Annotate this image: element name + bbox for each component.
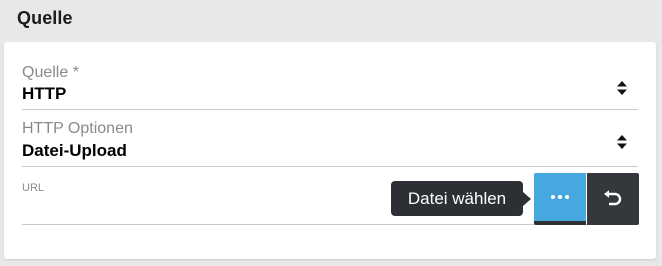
url-label: URL	[22, 182, 45, 194]
http-options-label: HTTP Optionen	[22, 120, 133, 137]
section-title: Quelle	[17, 8, 73, 28]
source-value: HTTP	[22, 84, 67, 103]
undo-button[interactable]	[587, 173, 639, 225]
tooltip-arrow	[523, 192, 531, 206]
http-options-value: Datei-Upload	[22, 141, 127, 160]
choose-file-tooltip: Datei wählen	[391, 181, 523, 216]
choose-file-button[interactable]	[534, 173, 586, 225]
http-options-select[interactable]: HTTP Optionen Datei-Upload	[22, 110, 638, 167]
undo-icon	[604, 190, 622, 206]
select-arrows-icon[interactable]	[616, 134, 628, 150]
source-select[interactable]: Quelle * HTTP	[22, 56, 638, 110]
source-label: Quelle *	[22, 64, 79, 81]
ellipsis-icon	[551, 195, 569, 199]
select-arrows-icon[interactable]	[616, 80, 628, 96]
source-card: Quelle * HTTP HTTP Optionen Datei-Upload…	[4, 42, 656, 259]
